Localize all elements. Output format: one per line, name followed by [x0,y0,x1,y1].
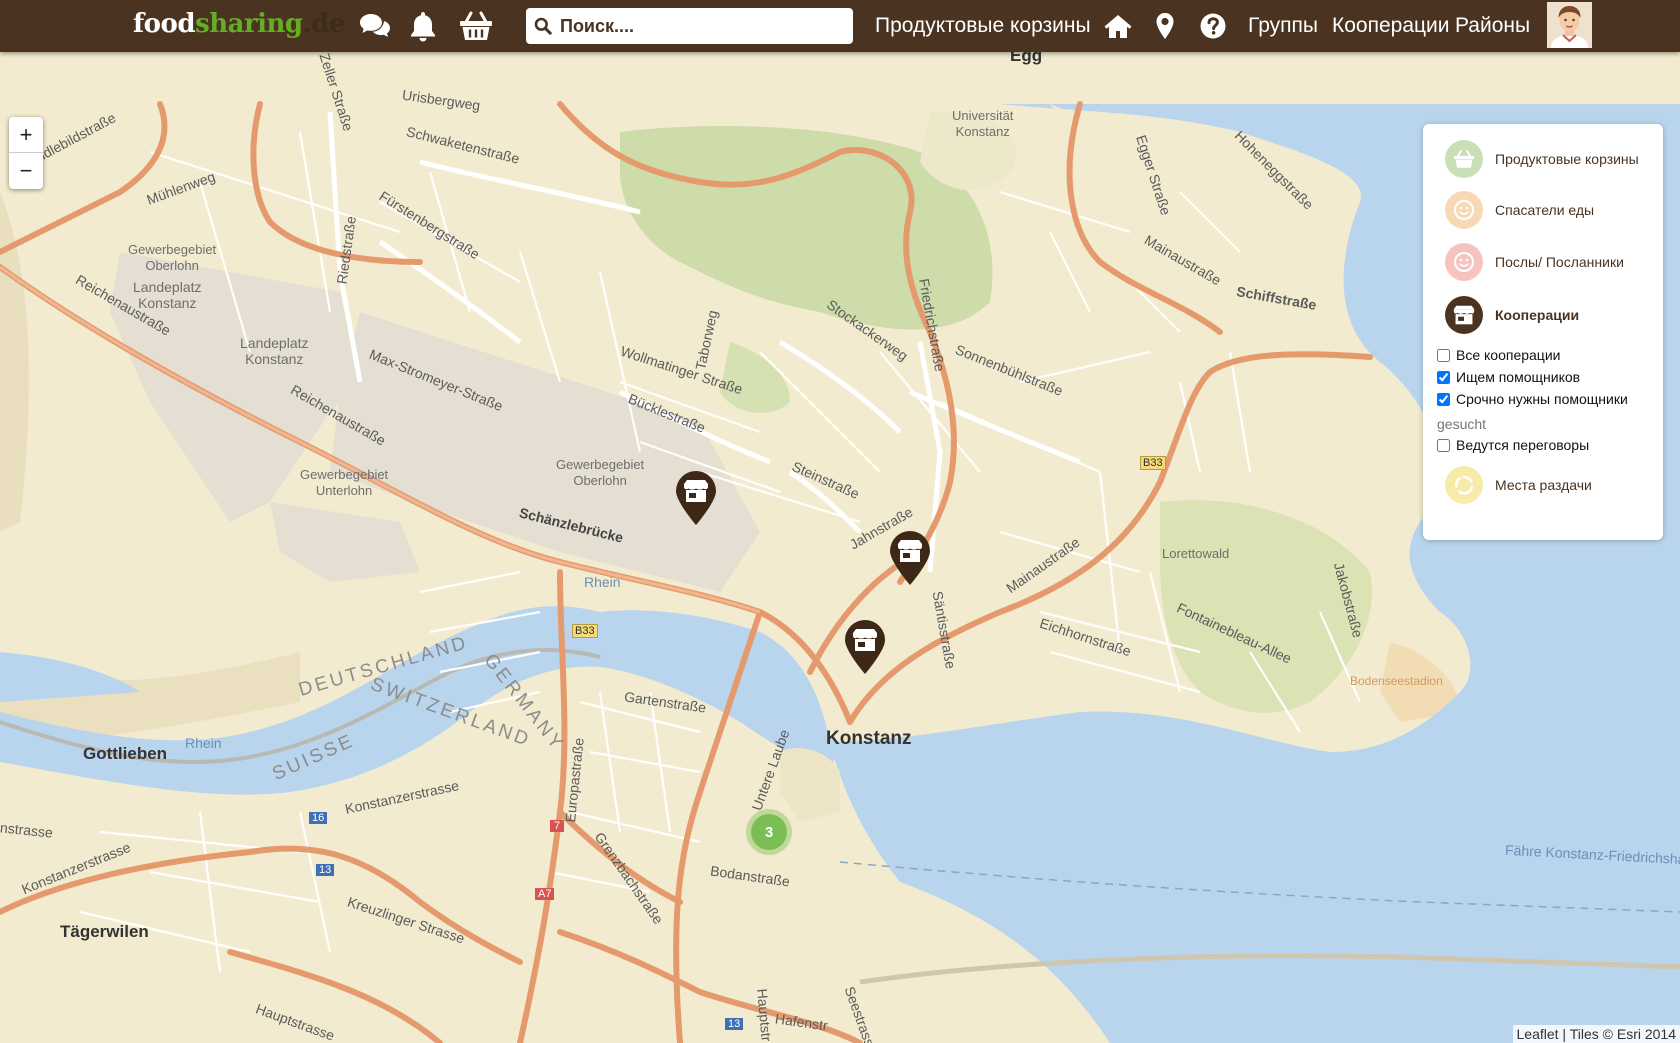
label-rhein-2: Rhein [185,735,222,751]
label-landeplatz-2: Landeplatz Konstanz [240,335,309,367]
route-shield-16: 16 [309,812,328,824]
help-icon[interactable] [1195,8,1231,44]
route-shield-7: 7 [550,820,565,832]
bell-icon[interactable] [405,8,441,44]
cooperation-marker[interactable] [674,470,718,526]
search-box[interactable] [526,8,853,44]
map-legend-panel: Продуктовые корзины Спасатели еды Послы/… [1423,124,1663,540]
nav-cooperations-link[interactable]: Кооперации [1332,14,1450,38]
nav-baskets-link[interactable]: Продуктовые корзины [875,14,1091,38]
legend-fairteiler-label: Места раздачи [1495,477,1592,493]
store-icon [853,629,877,651]
label-gewerbegebiet-oberlohn: Gewerbegebiet Oberlohn [128,242,216,274]
smiley-icon [1445,191,1483,229]
filter-negotiations-label: Ведутся переговоры [1456,437,1590,453]
logo-food: food [133,9,196,39]
logo-sharing: sharing [195,9,303,39]
recycle-icon [1445,466,1483,504]
label-gewerbegebiet-oberlohn-line2: Oberlohn [145,258,199,273]
label-gewerbegebiet-oberlohn-2-line2: Oberlohn [573,473,627,488]
store-icon [898,540,922,562]
label-universitaet-line2: Konstanz [955,124,1010,139]
legend-cooperations[interactable]: Кооперации [1445,296,1579,334]
filter-seeking-label: Ищем помощников [1456,369,1581,385]
avatar[interactable] [1547,2,1592,48]
chat-icon[interactable] [357,8,393,44]
label-landeplatz-2-line2: Konstanz [245,351,304,367]
zoom-out-button[interactable]: − [9,153,43,188]
legend-ambassadors[interactable]: Послы/ Посланники [1445,243,1624,281]
filter-urgent-checkbox[interactable] [1437,392,1450,406]
label-universitaet-line1: Universität [952,108,1014,123]
legend-baskets-label: Продуктовые корзины [1495,151,1639,167]
legend-foodsavers[interactable]: Спасатели еды [1445,191,1594,229]
foodsharing-logo[interactable]: foodsharing.de [133,9,345,39]
label-rhein-1: Rhein [584,574,621,590]
label-gottlieben: Gottlieben [83,744,168,763]
legend-baskets[interactable]: Продуктовые корзины [1445,140,1639,178]
legend-foodsavers-label: Спасатели еды [1495,202,1595,218]
route-shield-13a: 13 [316,864,335,876]
store-icon [1445,296,1483,334]
zoom-in-button[interactable]: + [9,117,43,152]
filter-seeking-helpers[interactable]: Ищем помощников [1437,369,1580,385]
label-landeplatz: Landeplatz Konstanz [133,279,202,311]
label-egg: Egg [1010,52,1043,65]
search-icon [534,17,552,35]
filter-urgent-helpers[interactable]: Срочно нужны помощники [1437,391,1628,407]
label-bodenseestadion: Bodenseestadion [1350,674,1443,688]
label-lorettowald: Lorettowald [1162,546,1230,561]
filter-all-checkbox[interactable] [1437,348,1450,362]
label-landeplatz-line2: Konstanz [138,295,197,311]
label-universitaet: Universität Konstanz [952,108,1013,140]
zoom-control: + − [9,117,43,189]
filter-negotiations-checkbox[interactable] [1437,438,1450,452]
map-view[interactable]: Egg Universität Konstanz Urisbergweg Schw… [0,52,1680,1043]
marker-cluster-count: 3 [751,814,787,850]
filter-seeking-checkbox[interactable] [1437,370,1450,384]
label-landeplatz-2-line1: Landeplatz [240,335,309,351]
label-gewerbegebiet-unterlohn-line1: Gewerbegebiet [300,467,389,482]
top-navbar: foodsharing.de Продуктовые корзины Групп… [0,0,1680,52]
smiley-icon [1445,243,1483,281]
map-pin-icon[interactable] [1147,8,1183,44]
basket-icon[interactable] [458,8,494,44]
filter-all-label: Все кооперации [1456,347,1561,363]
filter-urgent-label: Срочно нужны помощники [1456,391,1628,407]
legend-fairteiler[interactable]: Места раздачи [1445,466,1592,504]
route-shield-b33-2: B33 [572,624,598,638]
label-gewerbegebiet-oberlohn-2: Gewerbegebiet Oberlohn [556,457,644,489]
route-shield-a7: A7 [535,888,555,900]
cooperation-marker[interactable] [843,619,887,675]
route-shield-b33-1: B33 [1140,456,1166,470]
label-gewerbegebiet-unterlohn: Gewerbegebiet Unterlohn [300,467,388,499]
cooperation-marker[interactable] [888,530,932,586]
label-konstanz: Konstanz [826,728,912,749]
legend-ambassadors-label: Послы/ Посланники [1495,254,1624,270]
label-gewerbegebiet-oberlohn-2-line1: Gewerbegebiet [556,457,645,472]
store-icon [684,480,708,502]
search-input[interactable] [558,14,842,38]
marker-cluster[interactable]: 3 [746,809,792,855]
home-icon[interactable] [1100,8,1136,44]
filter-all-cooperations[interactable]: Все кооперации [1437,347,1560,363]
tiles-attribution: Tiles © Esri 2014 [1569,1026,1676,1042]
route-shield-13b: 13 [725,1018,744,1030]
label-taegerwilen: Tägerwilen [60,922,149,941]
label-landeplatz-line1: Landeplatz [133,279,202,295]
legend-cooperations-label: Кооперации [1495,307,1580,323]
label-gewerbegebiet-oberlohn-line1: Gewerbegebiet [128,242,217,257]
filter-negotiations[interactable]: Ведутся переговоры [1437,437,1589,453]
label-gewerbegebiet-unterlohn-line2: Unterlohn [315,483,373,498]
filter-gesucht-note: gesucht [1437,416,1487,432]
leaflet-link[interactable]: Leaflet [1517,1026,1559,1042]
map-attribution: Leaflet | Tiles © Esri 2014 [1512,1025,1680,1043]
basket-icon [1445,140,1483,178]
nav-groups-link[interactable]: Группы [1248,14,1318,38]
nav-districts-link[interactable]: Районы [1455,14,1530,38]
logo-domain: .de [302,9,346,39]
